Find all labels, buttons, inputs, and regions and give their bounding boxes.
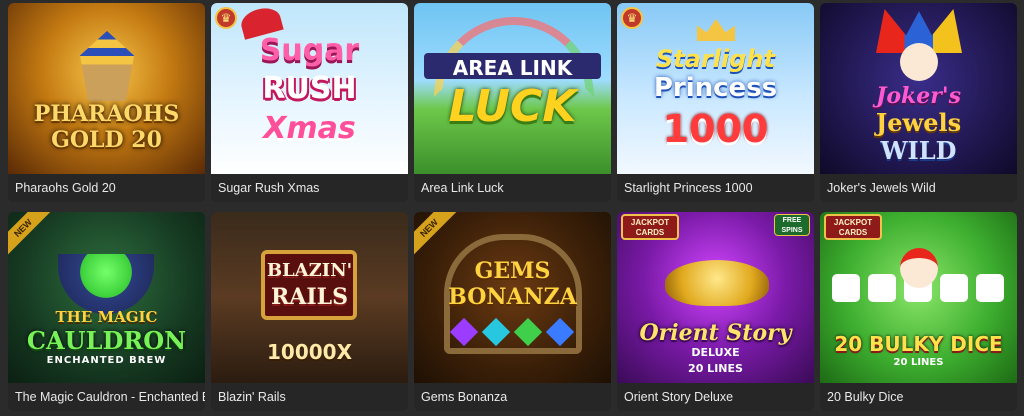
game-card-starlight-princess-1000[interactable]: ♛ Starlight Princess 1000 Starlight Prin… [617,3,814,202]
game-thumbnail[interactable]: PHARAOHS GOLD 20 [8,3,205,174]
game-logo-line1: AREA LINK [452,56,573,80]
game-title: Sugar Rush Xmas [211,174,408,202]
magic-lamp-icon [665,260,769,306]
game-title: The Magic Cauldron - Enchanted Brew [8,383,205,411]
jester-face-icon [900,43,938,81]
game-logo-line2: GOLD 20 [51,127,162,153]
game-grid: PHARAOHS GOLD 20 Pharaohs Gold 20 ♛ Suga… [0,0,1024,416]
jackpot-cards-badge: JACKPOT CARDS [824,214,882,240]
cauldron-icon [58,254,154,314]
game-logo-line2: Princess [653,73,778,103]
game-logo-line2: RUSH [262,71,357,106]
game-thumbnail[interactable]: JACKPOT CARDS 20 BULKY DICE 20 LINES [820,212,1017,383]
new-badge: NEW [414,212,460,259]
game-card-jokers-jewels-wild[interactable]: Joker's Jewels WILD Joker's Jewels Wild [820,3,1017,202]
game-title: Orient Story Deluxe [617,383,814,411]
game-card-20-bulky-dice[interactable]: JACKPOT CARDS 20 BULKY DICE 20 LINES 20 … [820,212,1017,411]
game-card-gems-bonanza[interactable]: NEW GEMS BONANZA Gems Bonanza [414,212,611,411]
game-logo-line2: DELUXE [691,346,740,359]
game-logo-line2: CAULDRON [26,326,187,355]
game-title: Area Link Luck [414,174,611,202]
purple-gem-icon [449,317,479,347]
game-thumbnail[interactable]: AREA LINK LUCK [414,3,611,174]
game-logo-line1: Orient Story [639,320,792,346]
crown-icon [697,19,735,41]
game-logo-line3: 1000 [662,107,769,151]
game-thumbnail[interactable]: BLAZIN' RAILS 10000X [211,212,408,383]
game-thumbnail[interactable]: ♛ Sugar RUSH Xmas [211,3,408,174]
game-card-sugar-rush-xmas[interactable]: ♛ Sugar RUSH Xmas Sugar Rush Xmas [211,3,408,202]
pharaoh-mask-icon [80,31,134,101]
blue-gem-icon [481,317,511,347]
crown-badge-icon: ♛ [215,7,237,29]
game-logo-line1: THE MAGIC [55,308,158,326]
game-title: 20 Bulky Dice [820,383,1017,411]
game-card-pharaohs-gold-20[interactable]: PHARAOHS GOLD 20 Pharaohs Gold 20 [8,3,205,202]
game-logo-line2: BONANZA [448,284,577,310]
die-icon [940,274,968,302]
new-badge: NEW [8,212,54,259]
game-thumbnail[interactable]: Joker's Jewels WILD [820,3,1017,174]
game-thumbnail[interactable]: NEW GEMS BONANZA [414,212,611,383]
die-icon [976,274,1004,302]
game-logo-line2: LUCK [448,81,577,132]
game-logo-line2: RAILS [271,284,348,310]
jackpot-cards-badge: JACKPOT CARDS [621,214,679,240]
die-icon [832,274,860,302]
game-card-the-magic-cauldron[interactable]: NEW THE MAGIC CAULDRON ENCHANTED BREW Th… [8,212,205,411]
game-logo-line3: 20 LINES [688,362,743,375]
game-title: Starlight Princess 1000 [617,174,814,202]
game-logo-line3: ENCHANTED BREW [46,355,167,366]
green-gem-icon [513,317,543,347]
game-logo-line3: WILD [880,136,957,165]
game-logo-line3: 10000X [267,340,352,364]
gem-row [449,317,575,348]
jester-icon [900,248,938,288]
game-title: Pharaohs Gold 20 [8,174,205,202]
game-thumbnail[interactable]: JACKPOT CARDS FREE SPINS Orient Story DE… [617,212,814,383]
game-card-blazin-rails[interactable]: BLAZIN' RAILS 10000X Blazin' Rails [211,212,408,411]
free-spins-badge: FREE SPINS [774,214,810,236]
die-icon [868,274,896,302]
crown-badge-icon: ♛ [621,7,643,29]
game-logo-line1: 20 BULKY DICE [834,332,1003,356]
game-logo-line2: 20 LINES [893,357,944,368]
game-logo-line1: Joker's [875,83,962,109]
game-logo-line1: Starlight [656,45,775,73]
game-logo-line1: Sugar [259,33,360,68]
game-title: Blazin' Rails [211,383,408,411]
game-logo-line1: BLAZIN' [266,260,353,281]
game-logo-line1: GEMS [474,258,551,284]
game-thumbnail[interactable]: NEW THE MAGIC CAULDRON ENCHANTED BREW [8,212,205,383]
game-card-orient-story-deluxe[interactable]: JACKPOT CARDS FREE SPINS Orient Story DE… [617,212,814,411]
game-card-area-link-luck[interactable]: AREA LINK LUCK Area Link Luck [414,3,611,202]
game-title: Joker's Jewels Wild [820,174,1017,202]
game-logo-line1: PHARAOHS [33,101,180,127]
game-logo-line3: Xmas [263,111,356,146]
game-thumbnail[interactable]: ♛ Starlight Princess 1000 [617,3,814,174]
game-title: Gems Bonanza [414,383,611,411]
sapphire-gem-icon [545,317,575,347]
game-logo-line2: Jewels [875,108,962,137]
